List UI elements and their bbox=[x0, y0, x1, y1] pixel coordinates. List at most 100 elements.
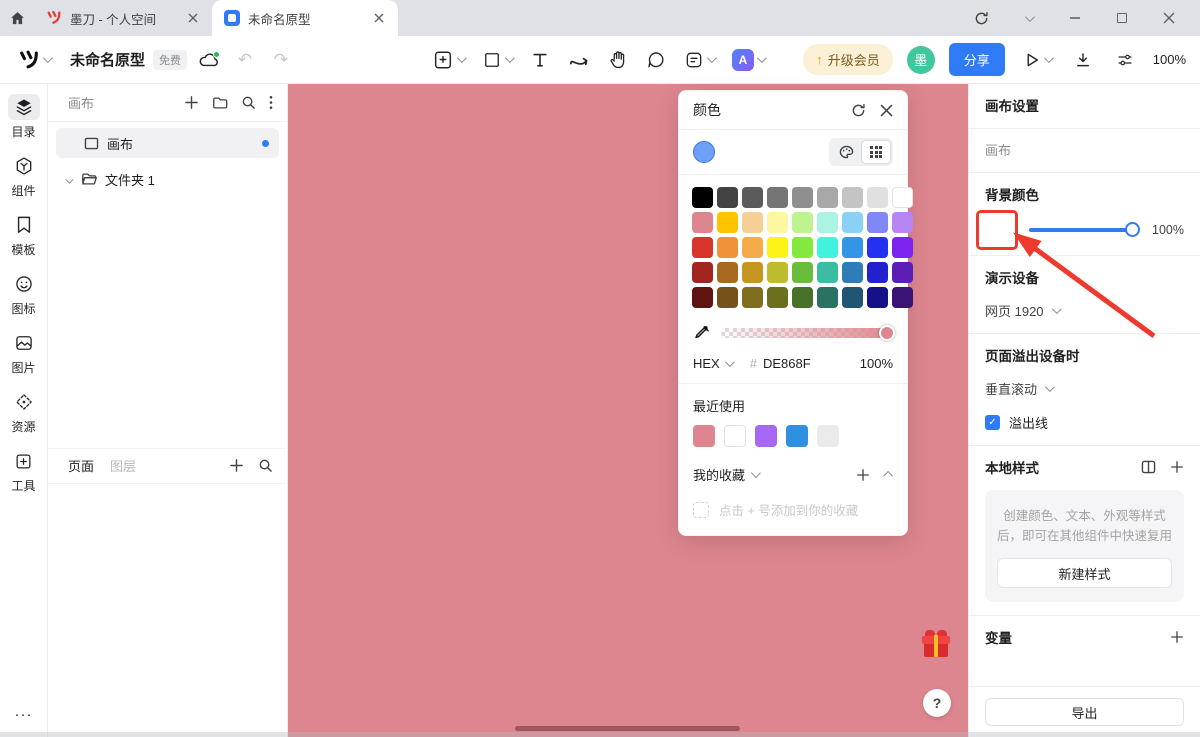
export-button[interactable]: 导出 bbox=[985, 698, 1184, 726]
color-swatch[interactable] bbox=[742, 237, 763, 258]
document-title[interactable]: 未命名原型 bbox=[70, 49, 145, 70]
grid-mode-icon[interactable] bbox=[861, 140, 891, 164]
color-swatch[interactable] bbox=[717, 262, 738, 283]
gift-promo-icon[interactable] bbox=[922, 630, 950, 657]
tree-row-folder[interactable]: 文件夹 1 bbox=[56, 164, 279, 194]
color-swatch[interactable] bbox=[786, 425, 808, 447]
browser-tab-prototype[interactable]: 未命名原型 bbox=[212, 0, 398, 36]
favorites-title[interactable]: 我的收藏 bbox=[693, 465, 745, 484]
color-swatch[interactable] bbox=[817, 425, 839, 447]
sidebar-item-tools[interactable]: 工具 bbox=[8, 448, 40, 494]
color-swatch[interactable] bbox=[842, 212, 863, 233]
overflow-line-checkbox[interactable]: ✓ bbox=[985, 415, 1000, 430]
opacity-slider[interactable] bbox=[721, 328, 893, 338]
share-button[interactable]: 分享 bbox=[949, 43, 1005, 76]
color-swatch[interactable] bbox=[724, 425, 746, 447]
color-swatch[interactable] bbox=[817, 212, 838, 233]
color-swatch[interactable] bbox=[817, 262, 838, 283]
shape-tool[interactable] bbox=[478, 45, 516, 75]
close-window-icon[interactable] bbox=[1160, 9, 1178, 27]
ai-assistant-tool[interactable]: A bbox=[728, 44, 768, 76]
user-avatar[interactable]: 墨 bbox=[907, 46, 935, 74]
maximize-icon[interactable] bbox=[1113, 9, 1131, 27]
color-swatch[interactable] bbox=[792, 287, 813, 308]
color-swatch[interactable] bbox=[717, 237, 738, 258]
color-swatch[interactable] bbox=[767, 237, 788, 258]
collapse-icon[interactable] bbox=[883, 471, 893, 481]
sidebar-item-templates[interactable]: 模板 bbox=[8, 212, 40, 258]
new-style-button[interactable]: 新建样式 bbox=[997, 558, 1172, 588]
text-tool[interactable] bbox=[526, 45, 554, 75]
color-swatch[interactable] bbox=[867, 212, 888, 233]
add-icon[interactable] bbox=[229, 458, 244, 473]
color-swatch[interactable] bbox=[767, 287, 788, 308]
color-swatch[interactable] bbox=[892, 287, 913, 308]
tab-close-icon[interactable] bbox=[370, 9, 388, 27]
color-swatch[interactable] bbox=[717, 187, 738, 208]
opacity-knob[interactable] bbox=[879, 325, 895, 341]
style-library-icon[interactable] bbox=[1141, 460, 1156, 474]
note-tool[interactable] bbox=[680, 45, 718, 75]
color-swatch[interactable] bbox=[792, 262, 813, 283]
color-swatch[interactable] bbox=[692, 287, 713, 308]
cloud-sync-icon[interactable] bbox=[195, 46, 223, 74]
color-swatch[interactable] bbox=[867, 287, 888, 308]
add-favorite-icon[interactable] bbox=[856, 468, 870, 482]
undo-icon[interactable]: ↶ bbox=[231, 46, 259, 74]
color-swatch[interactable] bbox=[742, 287, 763, 308]
color-swatch[interactable] bbox=[892, 237, 913, 258]
tab-close-icon[interactable] bbox=[184, 9, 202, 27]
minimize-icon[interactable] bbox=[1066, 9, 1084, 27]
bg-opacity-slider[interactable] bbox=[1029, 228, 1138, 232]
app-logo-menu[interactable] bbox=[14, 45, 54, 74]
color-swatch[interactable] bbox=[867, 187, 888, 208]
color-swatch[interactable] bbox=[842, 237, 863, 258]
browser-tab-workspace[interactable]: 墨刀 - 个人空间 bbox=[34, 0, 212, 36]
connector-tool[interactable] bbox=[564, 45, 594, 75]
preview-button[interactable] bbox=[1019, 46, 1055, 74]
reset-icon[interactable] bbox=[851, 103, 866, 118]
color-swatch[interactable] bbox=[717, 212, 738, 233]
add-page-icon[interactable] bbox=[184, 95, 199, 110]
color-swatch[interactable] bbox=[792, 237, 813, 258]
reload-icon[interactable] bbox=[972, 9, 990, 27]
search-icon[interactable] bbox=[241, 95, 256, 110]
tab-layers[interactable]: 图层 bbox=[110, 456, 136, 475]
color-swatch[interactable] bbox=[792, 187, 813, 208]
upgrade-member-button[interactable]: ↑ 升级会员 bbox=[803, 44, 893, 75]
horizontal-scrollbar[interactable] bbox=[515, 726, 740, 731]
color-swatch[interactable] bbox=[767, 212, 788, 233]
color-swatch[interactable] bbox=[693, 425, 715, 447]
slider-knob[interactable] bbox=[1125, 222, 1140, 237]
color-swatch[interactable] bbox=[767, 187, 788, 208]
color-swatch[interactable] bbox=[692, 262, 713, 283]
zoom-level[interactable]: 100% bbox=[1153, 52, 1186, 67]
color-swatch[interactable] bbox=[717, 287, 738, 308]
color-swatch[interactable] bbox=[892, 212, 913, 233]
hand-tool[interactable] bbox=[604, 45, 632, 75]
chevron-down-icon[interactable] bbox=[1019, 9, 1037, 27]
more-options-icon[interactable]: ··· bbox=[15, 706, 33, 723]
color-swatch[interactable] bbox=[755, 425, 777, 447]
color-swatch[interactable] bbox=[817, 287, 838, 308]
preferences-icon[interactable] bbox=[1111, 46, 1139, 74]
color-swatch[interactable] bbox=[817, 237, 838, 258]
color-swatch[interactable] bbox=[792, 212, 813, 233]
palette-mode-icon[interactable] bbox=[831, 140, 861, 164]
search-icon[interactable] bbox=[258, 458, 273, 473]
sidebar-item-images[interactable]: 图片 bbox=[8, 330, 40, 376]
overflow-select[interactable]: 垂直滚动 bbox=[985, 379, 1184, 398]
color-swatch[interactable] bbox=[842, 287, 863, 308]
add-style-icon[interactable] bbox=[1170, 460, 1184, 474]
color-swatch[interactable] bbox=[867, 237, 888, 258]
tab-pages[interactable]: 页面 bbox=[68, 456, 94, 475]
home-icon[interactable] bbox=[0, 0, 34, 36]
color-swatch[interactable] bbox=[742, 212, 763, 233]
eyedropper-icon[interactable] bbox=[693, 324, 711, 342]
tree-row-canvas[interactable]: 画布 bbox=[56, 128, 279, 158]
color-swatch[interactable] bbox=[692, 237, 713, 258]
sidebar-item-icons[interactable]: 图标 bbox=[8, 271, 40, 317]
sidebar-item-components[interactable]: 组件 bbox=[8, 153, 40, 199]
color-format-select[interactable]: HEX bbox=[693, 356, 732, 371]
color-swatch[interactable] bbox=[742, 262, 763, 283]
